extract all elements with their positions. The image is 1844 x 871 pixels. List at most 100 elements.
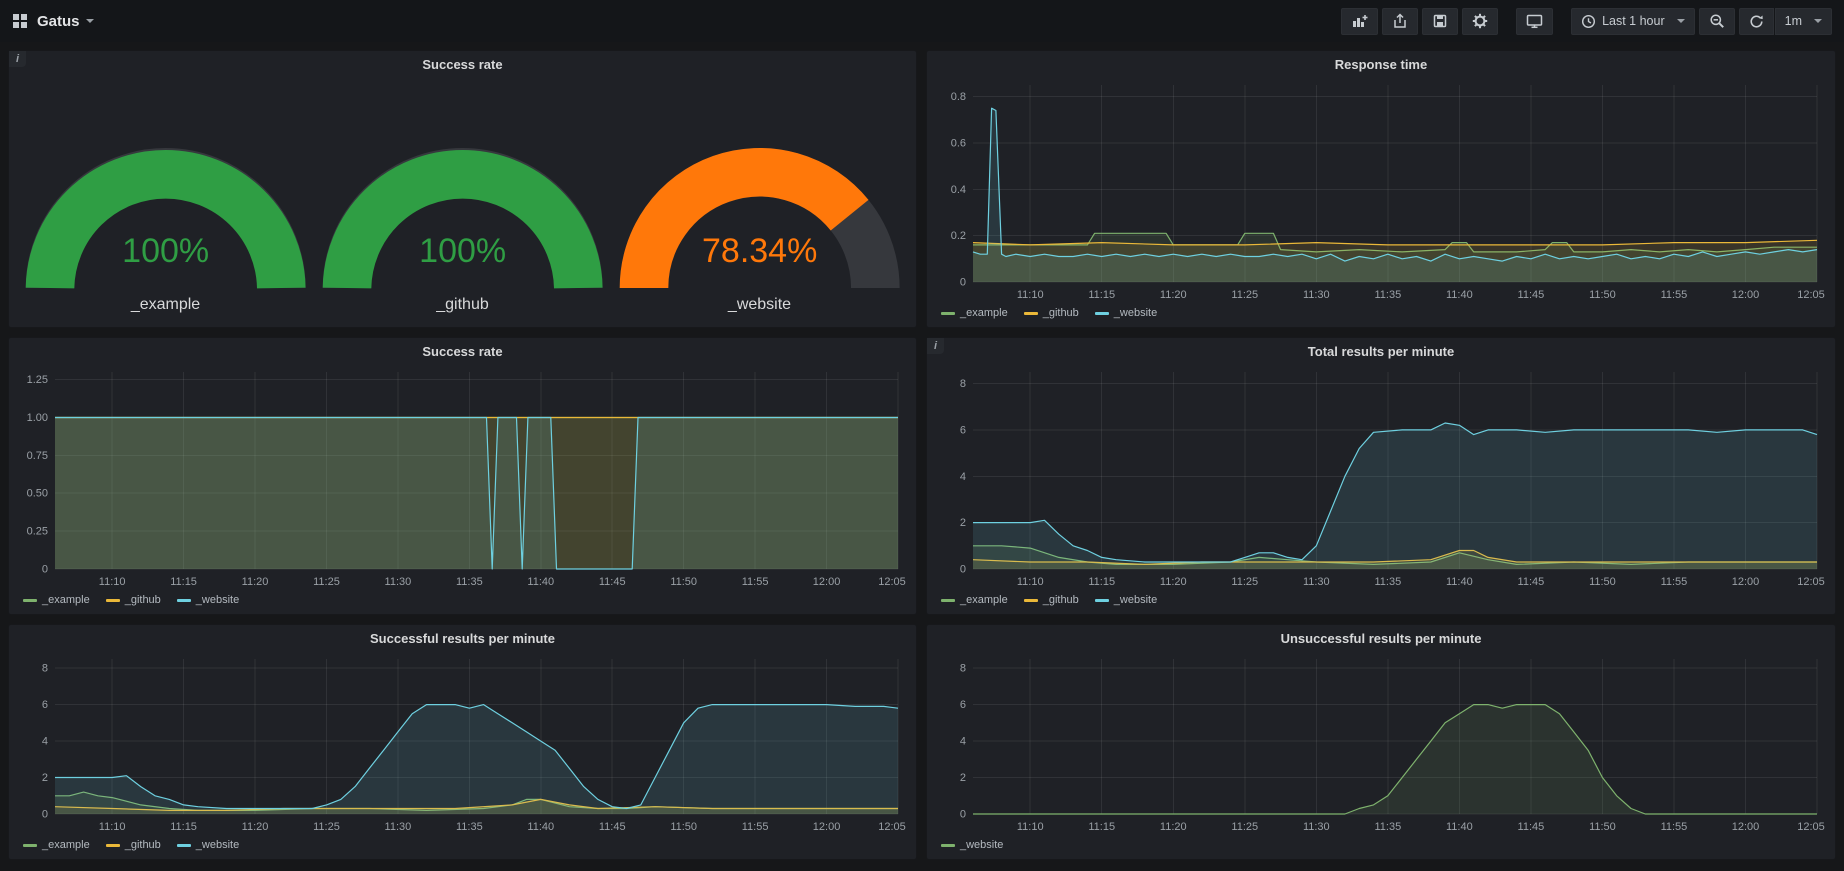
- legend-label: _github: [125, 594, 161, 606]
- x-tick-label: 11:50: [670, 576, 697, 588]
- x-tick-label: 11:20: [1160, 821, 1187, 833]
- caret-down-icon: [86, 19, 94, 23]
- y-tick-label: 0.8: [951, 91, 966, 103]
- legend-marker: [1024, 312, 1038, 315]
- x-tick-label: 12:00: [1732, 576, 1760, 588]
- legend-label: _github: [1043, 594, 1079, 606]
- y-tick-label: 0: [960, 564, 966, 576]
- share-icon: [1392, 13, 1408, 29]
- share-button[interactable]: [1382, 8, 1418, 35]
- cycle-view-button[interactable]: [1516, 8, 1553, 35]
- x-tick-label: 11:45: [1518, 289, 1545, 301]
- successful-results-chart[interactable]: 0246811:1011:1511:2011:2511:3011:3511:40…: [17, 651, 908, 836]
- legend-item-_github[interactable]: _github: [1024, 307, 1079, 319]
- gauge-value-text: 78.34%: [702, 232, 817, 270]
- refresh-interval-button[interactable]: 1m: [1775, 8, 1832, 35]
- panel-total-results: Total results per minute 0246811:1011:15…: [926, 337, 1836, 615]
- series-area-_website: [55, 705, 898, 814]
- gauge-arc: 100%: [20, 83, 311, 294]
- legend-label: _website: [196, 839, 239, 851]
- x-tick-label: 12:00: [1732, 821, 1760, 833]
- legend-marker: [23, 844, 37, 847]
- y-tick-label: 0: [960, 809, 966, 821]
- x-tick-label: 11:40: [1446, 821, 1473, 833]
- legend-item-_example[interactable]: _example: [941, 594, 1008, 606]
- legend: _example _github _website: [935, 304, 1827, 322]
- legend-item-_example[interactable]: _example: [941, 307, 1008, 319]
- legend-marker: [1095, 599, 1109, 602]
- x-tick-label: 11:15: [170, 821, 197, 833]
- panel-title-text: Success rate: [422, 57, 502, 72]
- legend-marker: [23, 599, 37, 602]
- x-tick-label: 11:30: [1303, 821, 1330, 833]
- total-results-chart[interactable]: 0246811:1011:1511:2011:2511:3011:3511:40…: [935, 364, 1827, 591]
- legend-label: _example: [42, 839, 90, 851]
- y-tick-label: 0: [42, 809, 48, 821]
- legend-item-_website[interactable]: _website: [177, 594, 239, 606]
- unsuccessful-rpm-svg: 0246811:1011:1511:2011:2511:3011:3511:40…: [935, 651, 1827, 836]
- x-tick-label: 11:40: [1446, 576, 1473, 588]
- response-time-chart[interactable]: 00.20.40.60.811:1011:1511:2011:2511:3011…: [935, 77, 1827, 304]
- panel-title[interactable]: Success rate: [17, 338, 908, 364]
- legend-label: _website: [196, 594, 239, 606]
- x-tick-label: 11:25: [313, 576, 340, 588]
- x-tick-label: 11:45: [1518, 821, 1545, 833]
- x-tick-label: 11:15: [170, 576, 197, 588]
- x-tick-label: 11:25: [1231, 821, 1258, 833]
- legend-item-_example[interactable]: _example: [23, 594, 90, 606]
- x-tick-label: 11:10: [1017, 289, 1044, 301]
- x-tick-label: 11:35: [1374, 576, 1401, 588]
- x-tick-label: 11:20: [242, 821, 269, 833]
- panel-title[interactable]: Response time: [935, 51, 1827, 77]
- legend-marker: [941, 844, 955, 847]
- zoom-out-button[interactable]: [1699, 8, 1735, 35]
- y-tick-label: 0.75: [27, 450, 48, 462]
- refresh-button[interactable]: [1739, 8, 1774, 35]
- legend-item-_github[interactable]: _github: [106, 839, 161, 851]
- time-picker-button[interactable]: Last 1 hour: [1571, 8, 1695, 35]
- caret-down-icon: [1814, 19, 1822, 23]
- dashboard-title[interactable]: Gatus: [37, 13, 94, 30]
- legend-label: _example: [960, 307, 1008, 319]
- caret-down-icon: [1677, 19, 1685, 23]
- panel-title[interactable]: Success rate: [17, 51, 908, 77]
- legend: _example _github _website: [17, 836, 908, 854]
- x-tick-label: 11:10: [99, 821, 126, 833]
- x-tick-label: 11:55: [1661, 821, 1688, 833]
- legend-label: _website: [1114, 307, 1157, 319]
- legend-item-_website[interactable]: _website: [941, 839, 1003, 851]
- save-button[interactable]: [1422, 8, 1458, 35]
- settings-button[interactable]: [1462, 8, 1498, 35]
- legend-item-_github[interactable]: _github: [1024, 594, 1079, 606]
- legend-marker: [106, 844, 120, 847]
- success-rate-chart[interactable]: 00.250.500.751.001.2511:1011:1511:2011:2…: [17, 364, 908, 591]
- monitor-icon: [1526, 13, 1543, 29]
- legend-item-_website[interactable]: _website: [177, 839, 239, 851]
- success-rate-gauges[interactable]: 100%_example100%_github78.34%_website: [17, 77, 908, 322]
- panel-unsuccessful-results: Unsuccessful results per minute 0246811:…: [926, 624, 1836, 860]
- gauge-value-text: 100%: [419, 232, 506, 270]
- legend-item-_website[interactable]: _website: [1095, 307, 1157, 319]
- panel-info-icon[interactable]: [927, 338, 944, 354]
- panel-title-text: Success rate: [422, 344, 502, 359]
- x-tick-label: 12:00: [813, 576, 841, 588]
- panel-title[interactable]: Total results per minute: [935, 338, 1827, 364]
- legend-item-_website[interactable]: _website: [1095, 594, 1157, 606]
- panel-title[interactable]: Unsuccessful results per minute: [935, 625, 1827, 651]
- legend-item-_example[interactable]: _example: [23, 839, 90, 851]
- unsuccessful-results-chart[interactable]: 0246811:1011:1511:2011:2511:3011:3511:40…: [935, 651, 1827, 836]
- y-tick-label: 0: [42, 564, 48, 576]
- panel-title[interactable]: Successful results per minute: [17, 625, 908, 651]
- y-tick-label: 2: [42, 772, 48, 784]
- apps-grid-icon[interactable]: [12, 13, 28, 29]
- panel-info-icon[interactable]: [9, 51, 26, 67]
- gauge-arc: 78.34%: [614, 83, 905, 294]
- x-tick-label: 11:40: [527, 576, 554, 588]
- x-tick-label: 11:50: [1589, 821, 1616, 833]
- y-tick-label: 8: [960, 663, 966, 675]
- add-panel-button[interactable]: [1341, 8, 1378, 35]
- legend-item-_github[interactable]: _github: [106, 594, 161, 606]
- successful-rpm-svg: 0246811:1011:1511:2011:2511:3011:3511:40…: [17, 651, 908, 836]
- x-tick-label: 11:20: [242, 576, 269, 588]
- panel-title-text: Successful results per minute: [370, 631, 555, 646]
